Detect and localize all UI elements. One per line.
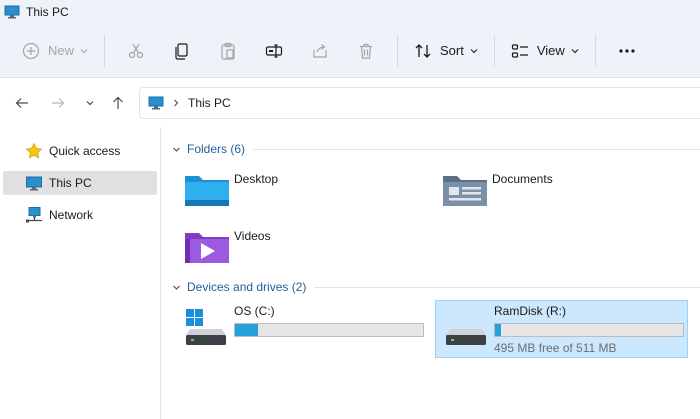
share-button[interactable] bbox=[303, 35, 337, 67]
sidebar-item-network[interactable]: Network bbox=[3, 203, 157, 227]
drive-usage-fill bbox=[235, 324, 258, 336]
forward-button[interactable] bbox=[44, 89, 72, 117]
sidebar-item-label: Network bbox=[49, 208, 94, 222]
videos-folder-icon bbox=[185, 233, 229, 263]
navigation-pane: Quick access This PC Network bbox=[0, 127, 161, 419]
toolbar-separator bbox=[397, 34, 399, 67]
up-button[interactable] bbox=[104, 89, 132, 117]
more-options-button[interactable] bbox=[610, 35, 644, 67]
folders-group-title: Folders (6) bbox=[187, 142, 246, 156]
delete-button[interactable] bbox=[349, 35, 383, 67]
folder-name: Desktop bbox=[234, 172, 279, 186]
clipboard-icon bbox=[221, 42, 235, 60]
monitor-icon bbox=[4, 5, 20, 19]
copy-icon bbox=[175, 42, 188, 60]
folder-tile-documents[interactable]: Documents bbox=[441, 170, 553, 210]
view-button-label: View bbox=[536, 43, 565, 58]
scissors-icon bbox=[128, 43, 144, 58]
chevron-down-icon bbox=[173, 285, 180, 290]
drives-group-header[interactable]: Devices and drives (2) bbox=[172, 277, 700, 297]
share-icon bbox=[313, 43, 327, 58]
monitor-icon bbox=[26, 176, 42, 191]
chevron-right-icon[interactable] bbox=[172, 99, 180, 107]
folders-group-header[interactable]: Folders (6) bbox=[172, 139, 700, 159]
folder-name: Videos bbox=[234, 229, 271, 243]
arrow-up-icon bbox=[113, 96, 123, 109]
drive-free-space: 495 MB free of 511 MB bbox=[494, 341, 617, 355]
toolbar-separator bbox=[493, 34, 495, 67]
arrow-right-icon bbox=[52, 98, 65, 108]
chevron-down-icon bbox=[80, 48, 88, 53]
monitor-icon bbox=[148, 96, 164, 110]
drive-tile-ramdisk-r[interactable]: RamDisk (R:) 495 MB free of 511 MB bbox=[435, 300, 688, 358]
ellipsis-icon bbox=[619, 48, 635, 53]
sidebar-item-label: This PC bbox=[49, 176, 92, 190]
sort-button-label: Sort bbox=[440, 43, 464, 58]
chevron-down-icon bbox=[173, 147, 180, 152]
paste-button[interactable] bbox=[211, 35, 245, 67]
drive-usage-bar bbox=[494, 323, 684, 337]
drives-group-title: Devices and drives (2) bbox=[187, 280, 307, 294]
group-divider bbox=[314, 286, 700, 288]
star-icon bbox=[25, 142, 43, 159]
drive-icon bbox=[446, 329, 486, 345]
drive-name: RamDisk (R:) bbox=[494, 304, 566, 318]
drive-usage-bar bbox=[234, 323, 424, 337]
back-button[interactable] bbox=[8, 89, 36, 117]
arrow-left-icon bbox=[15, 98, 28, 108]
windows-drive-icon bbox=[186, 309, 226, 345]
sort-button[interactable]: Sort bbox=[406, 35, 486, 67]
network-icon bbox=[26, 207, 42, 223]
plus-circle-icon bbox=[22, 42, 40, 59]
toolbar-separator bbox=[594, 34, 596, 67]
address-bar[interactable]: This PC bbox=[139, 87, 700, 119]
title-bar: This PC bbox=[0, 0, 700, 24]
sidebar-item-label: Quick access bbox=[49, 144, 121, 158]
rename-button[interactable] bbox=[257, 35, 291, 67]
folder-name: Documents bbox=[492, 172, 553, 186]
navigation-bar: This PC bbox=[0, 79, 700, 127]
view-icon bbox=[511, 43, 528, 58]
toolbar-separator bbox=[104, 34, 106, 67]
chevron-down-icon bbox=[571, 48, 579, 53]
chevron-down-icon bbox=[470, 48, 478, 53]
cut-button[interactable] bbox=[119, 35, 153, 67]
new-button[interactable]: New bbox=[14, 35, 96, 67]
drive-details: OS (C:) bbox=[234, 301, 424, 359]
chevron-down-icon bbox=[86, 101, 94, 106]
desktop-folder-icon bbox=[185, 176, 229, 206]
drive-tile-os-c[interactable]: OS (C:) bbox=[176, 301, 436, 359]
trash-icon bbox=[360, 43, 373, 59]
sort-icon bbox=[415, 43, 431, 58]
command-bar: New Sort View bbox=[0, 24, 700, 78]
drive-details: RamDisk (R:) 495 MB free of 511 MB bbox=[494, 301, 684, 357]
copy-button[interactable] bbox=[165, 35, 199, 67]
content-pane: Folders (6) Desktop Documents Videos Dev… bbox=[162, 127, 700, 419]
folder-tile-videos[interactable]: Videos bbox=[183, 227, 270, 267]
address-location[interactable]: This PC bbox=[188, 96, 231, 110]
drive-name: OS (C:) bbox=[234, 304, 275, 318]
new-button-label: New bbox=[48, 43, 75, 58]
documents-folder-icon bbox=[443, 176, 487, 206]
drive-usage-fill bbox=[495, 324, 501, 336]
window-title: This PC bbox=[26, 5, 69, 19]
sidebar-item-this-pc[interactable]: This PC bbox=[3, 171, 157, 195]
sidebar-item-quick-access[interactable]: Quick access bbox=[3, 139, 157, 163]
view-button[interactable]: View bbox=[503, 35, 587, 67]
group-divider bbox=[253, 148, 700, 150]
rename-icon bbox=[265, 43, 283, 58]
folder-tile-desktop[interactable]: Desktop bbox=[183, 170, 278, 210]
recent-locations-button[interactable] bbox=[76, 89, 104, 117]
